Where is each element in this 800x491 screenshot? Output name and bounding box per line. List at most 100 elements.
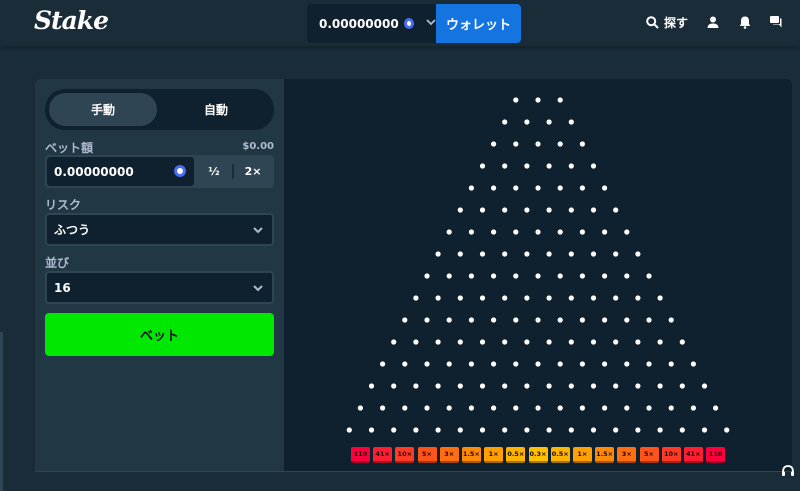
peg — [402, 361, 408, 367]
peg — [524, 119, 530, 125]
multiplier-box: 1.5× — [595, 447, 615, 463]
peg — [524, 163, 530, 169]
bell-icon[interactable] — [738, 15, 752, 29]
peg — [424, 317, 430, 323]
user-icon[interactable] — [706, 15, 720, 29]
wallet-button[interactable]: ウォレット — [436, 4, 521, 43]
peg — [491, 317, 497, 323]
peg — [535, 361, 541, 367]
top-header: Stake 0.00000000 ウォレット 探す — [0, 0, 800, 46]
peg — [657, 383, 663, 389]
peg — [624, 273, 630, 279]
double-bet-button[interactable]: 2× — [234, 157, 272, 186]
peg — [468, 405, 474, 411]
balance-selector[interactable]: 0.00000000 — [307, 4, 436, 43]
balance-value: 0.00000000 — [319, 16, 399, 31]
peg — [546, 383, 552, 389]
peg — [479, 339, 486, 345]
peg — [446, 317, 452, 323]
peg — [524, 383, 530, 389]
peg — [413, 427, 419, 433]
peg — [513, 97, 519, 103]
peg — [446, 273, 452, 279]
peg — [346, 427, 352, 433]
risk-value: ふつう — [54, 223, 91, 237]
peg — [491, 405, 497, 411]
tab-auto[interactable]: 自動 — [162, 93, 270, 126]
peg — [491, 141, 497, 147]
bet-amount-input[interactable]: 0.00000000 — [47, 157, 194, 186]
multiplier-box: 110 — [706, 447, 726, 463]
multiplier-box: 5× — [417, 447, 437, 463]
peg — [368, 427, 375, 433]
peg — [590, 295, 597, 301]
peg — [413, 339, 419, 345]
peg — [635, 427, 641, 433]
bet-button[interactable]: ベット — [45, 313, 274, 356]
multiplier-box: 110 — [350, 447, 370, 463]
peg — [479, 163, 486, 169]
peg — [668, 361, 674, 367]
stake-logo[interactable]: Stake — [34, 6, 109, 35]
peg-field — [346, 97, 730, 433]
search-button[interactable]: 探す — [646, 14, 688, 31]
peg — [513, 185, 519, 191]
peg — [546, 119, 552, 125]
multiplier-box: 10× — [661, 447, 681, 463]
peg — [491, 361, 497, 367]
peg — [457, 427, 463, 433]
peg — [524, 295, 530, 301]
headset-icon[interactable] — [781, 464, 795, 478]
peg — [701, 383, 708, 389]
peg — [579, 273, 585, 279]
chat-icon[interactable] — [769, 15, 783, 29]
peg — [590, 163, 597, 169]
peg — [557, 317, 563, 323]
rows-label: 並び — [45, 256, 70, 270]
peg — [513, 317, 519, 323]
peg — [435, 427, 441, 433]
peg — [491, 229, 497, 235]
peg — [446, 361, 452, 367]
peg — [579, 405, 585, 411]
peg — [457, 251, 463, 257]
tab-manual[interactable]: 手動 — [49, 93, 157, 126]
peg — [535, 317, 541, 323]
half-bet-button[interactable]: ½ — [196, 157, 232, 186]
peg — [557, 229, 563, 235]
peg — [502, 251, 508, 257]
peg — [602, 273, 608, 279]
bet-amount-group: 0.00000000 ½ 2× — [45, 155, 274, 188]
peg — [624, 229, 630, 235]
peg — [513, 273, 519, 279]
peg — [446, 405, 452, 411]
multiplier-box: 1× — [572, 447, 592, 463]
bet-amount-value: 0.00000000 — [54, 164, 134, 179]
peg — [435, 339, 441, 345]
peg — [646, 361, 652, 367]
multiplier-box: 1.5× — [461, 447, 481, 463]
game-footer — [35, 471, 792, 491]
peg — [668, 405, 674, 411]
peg — [590, 339, 597, 345]
peg — [557, 361, 563, 367]
peg — [568, 251, 574, 257]
peg — [479, 427, 486, 433]
risk-select[interactable]: ふつう — [45, 213, 274, 246]
peg — [546, 295, 552, 301]
peg — [502, 207, 508, 213]
peg — [624, 361, 630, 367]
peg — [524, 427, 530, 433]
chevron-down-icon — [253, 227, 263, 234]
peg — [568, 427, 574, 433]
peg — [524, 251, 530, 257]
peg — [613, 339, 619, 345]
peg — [624, 405, 630, 411]
multiplier-box: 1× — [484, 447, 504, 463]
peg — [380, 405, 386, 411]
peg — [646, 273, 652, 279]
rows-select[interactable]: 16 — [45, 271, 274, 304]
peg — [568, 339, 574, 345]
peg — [646, 317, 652, 323]
peg — [535, 185, 541, 191]
